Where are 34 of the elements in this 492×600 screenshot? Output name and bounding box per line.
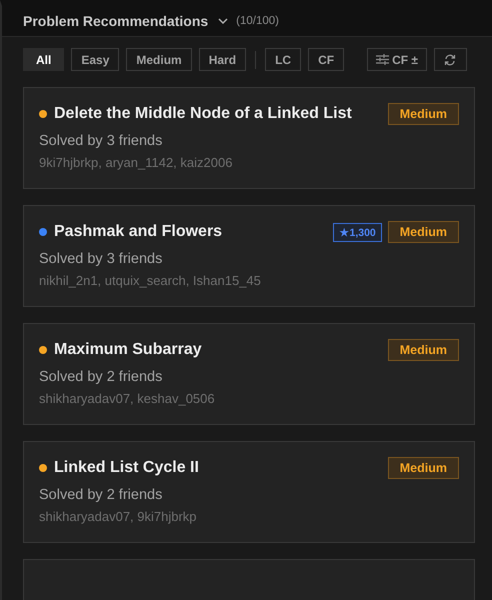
filter-button[interactable]: Easy bbox=[71, 48, 120, 71]
problem-card[interactable]: Maximum Subarray Medium Solved by 2 friends shikharyadav07, keshav_0506 bbox=[23, 323, 475, 425]
sliders-icon bbox=[376, 54, 390, 65]
solved-count: Solved by 3 friends bbox=[39, 133, 164, 149]
problem-title[interactable]: Linked List Cycle II bbox=[54, 459, 388, 477]
filter-button[interactable]: Hard bbox=[198, 48, 246, 71]
problem-card[interactable]: Pashmak and Flowers ★1,300 Medium Solved by 3 friends nikhil_2n1, utquix_search, Ishan15_45 bbox=[23, 205, 475, 307]
difficulty-badge: Medium bbox=[388, 457, 459, 479]
problem-title[interactable]: Maximum Subarray bbox=[54, 341, 388, 359]
problem-title[interactable]: Pashmak and Flowers bbox=[54, 223, 334, 241]
solved-count: Solved by 3 friends bbox=[39, 251, 164, 267]
section-title[interactable]: Problem Recommendations bbox=[23, 13, 208, 29]
filter-button[interactable]: All bbox=[23, 48, 64, 71]
friend-names: nikhil_2n1, utquix_search, Ishan15_45 bbox=[39, 273, 262, 288]
difficulty-badge: Medium bbox=[388, 221, 459, 243]
problem-title[interactable]: Delete the Middle Node of a Linked List bbox=[54, 105, 388, 123]
friend-names: shikharyadav07, keshav_0506 bbox=[39, 391, 216, 406]
friend-names: shikharyadav07, 9ki7hjbrkp bbox=[39, 509, 198, 524]
solved-count: Solved by 2 friends bbox=[39, 487, 164, 503]
filter-button[interactable]: Medium bbox=[126, 48, 192, 71]
rating-badge: ★1,300 bbox=[333, 222, 382, 242]
chevron-down-icon[interactable] bbox=[218, 18, 228, 24]
refresh-icon bbox=[444, 54, 456, 66]
filter-button[interactable]: CF bbox=[308, 48, 344, 71]
rating-filter-button[interactable]: CF ± bbox=[367, 48, 427, 71]
problem-card[interactable]: Linked List Cycle II Medium Solved by 2 friends shikharyadav07, 9ki7hjbrkp bbox=[23, 441, 475, 543]
problem-count: (10/100) bbox=[236, 15, 279, 27]
refresh-button[interactable] bbox=[434, 48, 467, 71]
problem-card[interactable]: Delete the Middle Node of a Linked List Medium Solved by 3 friends 9ki7hjbrkp, aryan_1142, kaiz2006 bbox=[23, 87, 475, 189]
solved-count: Solved by 2 friends bbox=[39, 369, 164, 385]
friend-names: 9ki7hjbrkp, aryan_1142, kaiz2006 bbox=[39, 155, 234, 170]
filter-button[interactable]: LC bbox=[265, 48, 302, 71]
difficulty-badge: Medium bbox=[388, 339, 459, 361]
difficulty-badge: Medium bbox=[388, 103, 459, 125]
